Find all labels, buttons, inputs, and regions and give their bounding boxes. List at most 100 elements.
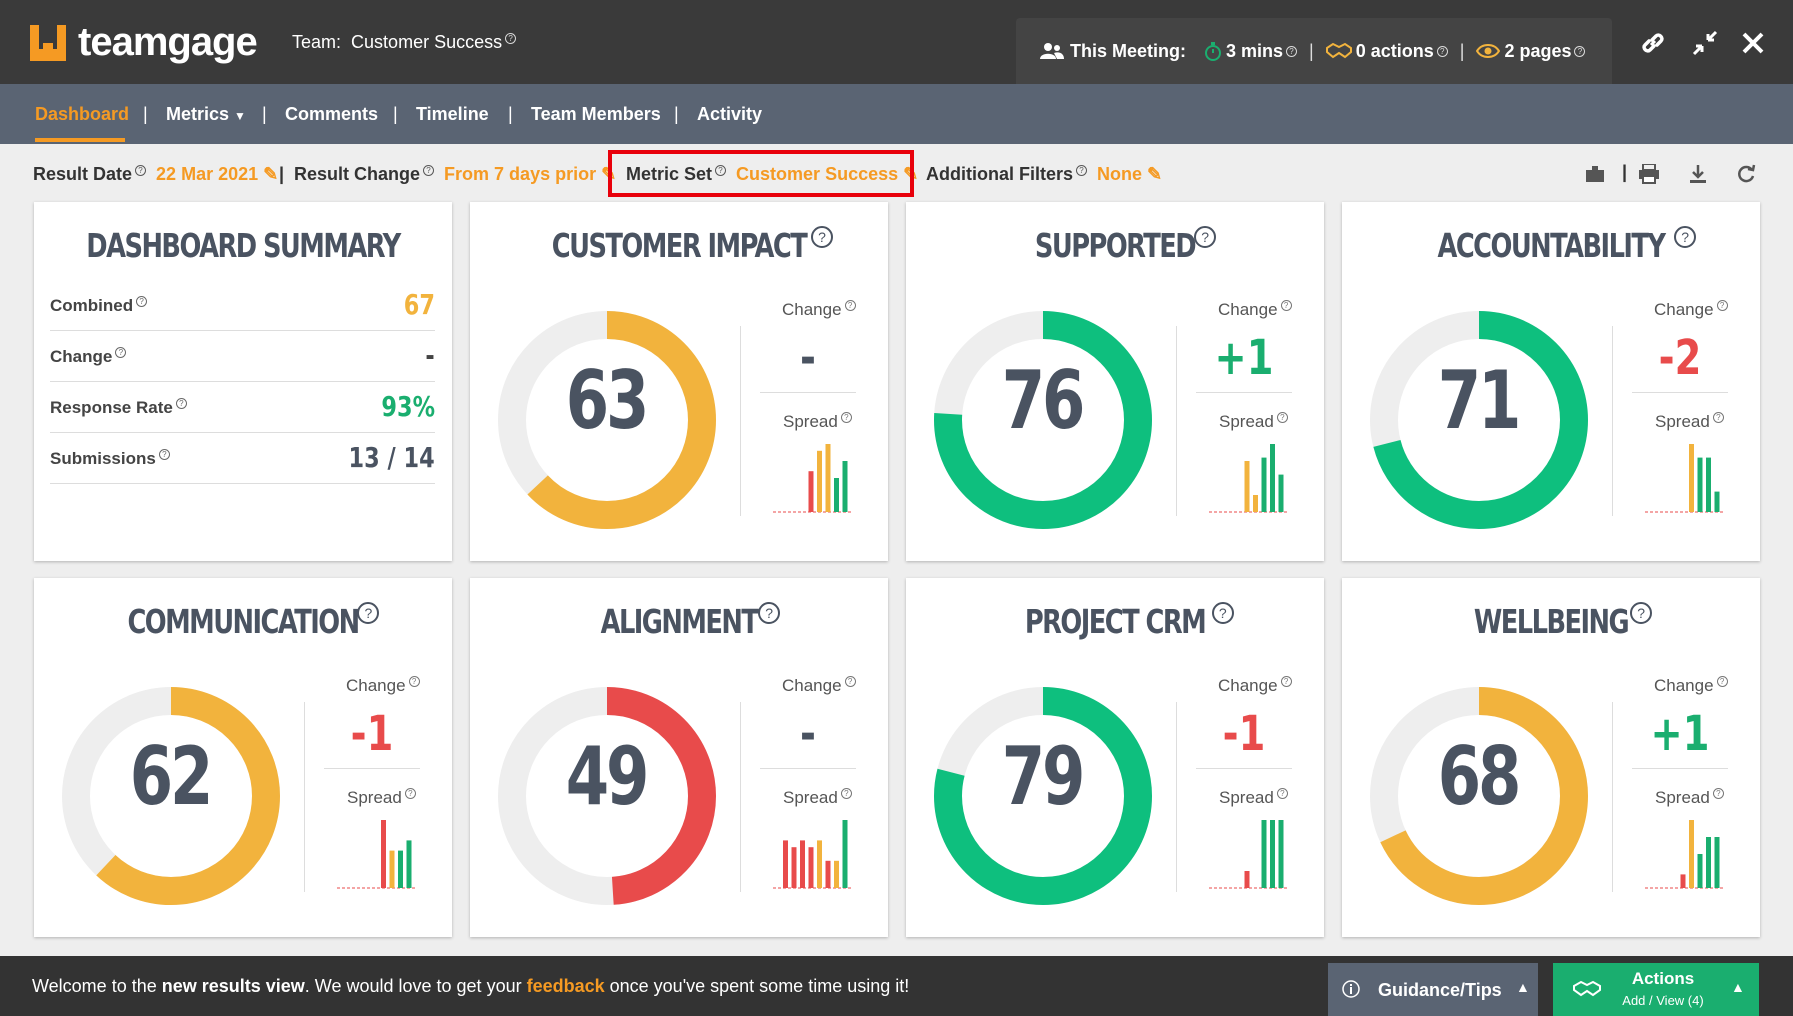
metric-change: -2: [1658, 330, 1702, 386]
metric-title: SUPPORTED: [1034, 226, 1197, 265]
help-icon[interactable]: ?: [1712, 412, 1724, 424]
tab-team-members[interactable]: Team Members: [531, 104, 661, 125]
spread-bar: [398, 850, 403, 888]
summary-label: Response Rate?: [50, 398, 187, 418]
summary-value: 13 / 14: [348, 441, 435, 474]
metric-change: +1: [1214, 330, 1274, 386]
help-icon[interactable]: ?: [408, 676, 420, 688]
help-icon[interactable]: ?: [158, 449, 170, 461]
spread-bar: [1270, 820, 1275, 888]
meeting-pages: 2 pages: [1504, 40, 1572, 61]
metric-card[interactable]: CUSTOMER IMPACT 63 Change? - Spread? ?: [470, 202, 888, 561]
guidance-tips-button[interactable]: Guidance/Tips ▲: [1328, 963, 1538, 1016]
change-label: Change?: [782, 676, 856, 696]
spread-bar: [825, 860, 831, 888]
help-icon[interactable]: ?: [844, 676, 856, 688]
help-icon[interactable]: ?: [404, 788, 416, 800]
edit-icon[interactable]: ✎: [1147, 164, 1162, 184]
result-date-label: Result Date: [33, 164, 133, 184]
collapse-icon[interactable]: [1690, 28, 1720, 58]
change-label: Change?: [1654, 300, 1728, 320]
link-icon[interactable]: [1638, 28, 1668, 58]
spread-bar: [1270, 444, 1275, 512]
caret-down-icon: ▼: [234, 109, 246, 123]
help-icon[interactable]: ?: [1276, 788, 1288, 800]
result-date-filter: Result Date? 22 Mar 2021 ✎: [33, 164, 278, 185]
help-icon[interactable]: ?: [1574, 45, 1586, 57]
metric-card[interactable]: ALIGNMENT 49 Change? - Spread? ?: [470, 578, 888, 937]
help-icon[interactable]: ?: [136, 296, 148, 308]
spread-bar: [1253, 495, 1258, 512]
metric-change: -: [800, 330, 816, 386]
tab-metrics-label: Metrics: [166, 104, 230, 124]
logo-icon: [30, 24, 66, 61]
help-icon[interactable]: ?: [1712, 788, 1724, 800]
additional-filters-value[interactable]: None: [1097, 164, 1142, 184]
help-icon[interactable]: ?: [1280, 676, 1292, 688]
help-icon[interactable]: ?: [844, 300, 856, 312]
spread-bar: [389, 850, 395, 888]
result-date-value[interactable]: 22 Mar 2021: [156, 164, 258, 184]
help-icon[interactable]: ?: [1286, 45, 1298, 57]
help-icon[interactable]: ?: [1436, 45, 1448, 57]
print-icon[interactable]: [1638, 164, 1660, 184]
close-icon[interactable]: [1738, 28, 1768, 58]
spread-bar: [842, 461, 848, 512]
metric-card[interactable]: PROJECT CRM 79 Change? -1 Spread? ?: [906, 578, 1324, 937]
help-icon[interactable]: ?: [423, 165, 435, 176]
actions-button[interactable]: Actions Add / View (4) ▲: [1553, 963, 1759, 1016]
active-tab-indicator: [35, 138, 125, 142]
chevron-up-icon: ▲: [1516, 979, 1530, 995]
refresh-icon[interactable]: [1736, 164, 1756, 184]
tab-timeline[interactable]: Timeline: [416, 104, 489, 125]
help-icon[interactable]: ?: [1716, 676, 1728, 688]
score-gauge: [1370, 687, 1588, 905]
spread-bar: [1244, 461, 1250, 512]
result-change-value[interactable]: From 7 days prior: [444, 164, 596, 184]
spread-bar: [817, 840, 822, 888]
change-label: Change?: [782, 300, 856, 320]
brand-logo[interactable]: teamgage: [30, 20, 258, 65]
help-icon[interactable]: ?: [1076, 165, 1088, 176]
help-icon[interactable]: ?: [1276, 412, 1288, 424]
tab-activity[interactable]: Activity: [697, 104, 762, 125]
help-icon[interactable]: ?: [1716, 300, 1728, 312]
actions-subtitle: Add / View (4): [1622, 993, 1704, 1008]
tab-dashboard[interactable]: Dashboard: [35, 104, 129, 125]
feedback-link[interactable]: feedback: [527, 976, 605, 996]
summary-label: Change?: [50, 347, 127, 367]
additional-filters: Additional Filters? None ✎: [926, 164, 1162, 185]
help-icon[interactable]: ?: [840, 788, 852, 800]
help-icon[interactable]: ?: [840, 412, 852, 424]
spread-chart: [773, 820, 851, 889]
spread-bar: [834, 860, 839, 888]
score-gauge: [934, 687, 1152, 905]
help-icon[interactable]: ?: [135, 165, 147, 176]
download-icon[interactable]: [1688, 164, 1708, 184]
tab-comments[interactable]: Comments: [285, 104, 378, 125]
metric-card[interactable]: COMMUNICATION 62 Change? -1 Spread? ?: [34, 578, 452, 937]
meeting-summary: This Meeting: 3 mins? | 0 actions? | 2 p…: [1016, 18, 1612, 84]
help-icon[interactable]: ?: [1280, 300, 1292, 312]
summary-value: -: [425, 339, 435, 372]
help-icon[interactable]: ?: [811, 226, 833, 248]
metric-card[interactable]: ACCOUNTABILITY 71 Change? -2 Spread? ?: [1342, 202, 1760, 561]
chevron-up-icon: ▲: [1731, 979, 1745, 995]
help-icon[interactable]: ?: [175, 398, 187, 410]
tab-metrics[interactable]: Metrics ▼: [166, 104, 246, 125]
change-label: Change?: [1218, 300, 1292, 320]
help-icon[interactable]: ?: [505, 33, 517, 44]
edit-icon[interactable]: ✎: [263, 164, 278, 184]
score-gauge: [62, 687, 280, 905]
spread-chart: [337, 820, 415, 889]
spread-bar: [1714, 491, 1720, 512]
help-icon[interactable]: ?: [1211, 602, 1234, 624]
present-icon[interactable]: [1584, 166, 1606, 184]
spread-bar: [1689, 444, 1694, 512]
additional-filters-label: Additional Filters: [926, 164, 1074, 184]
brand-name: teamgage: [78, 20, 258, 64]
spread-bar: [808, 847, 814, 888]
help-icon[interactable]: ?: [115, 347, 127, 359]
metric-card[interactable]: WELLBEING 68 Change? +1 Spread? ?: [1342, 578, 1760, 937]
metric-card[interactable]: SUPPORTED 76 Change? +1 Spread? ?: [906, 202, 1324, 561]
